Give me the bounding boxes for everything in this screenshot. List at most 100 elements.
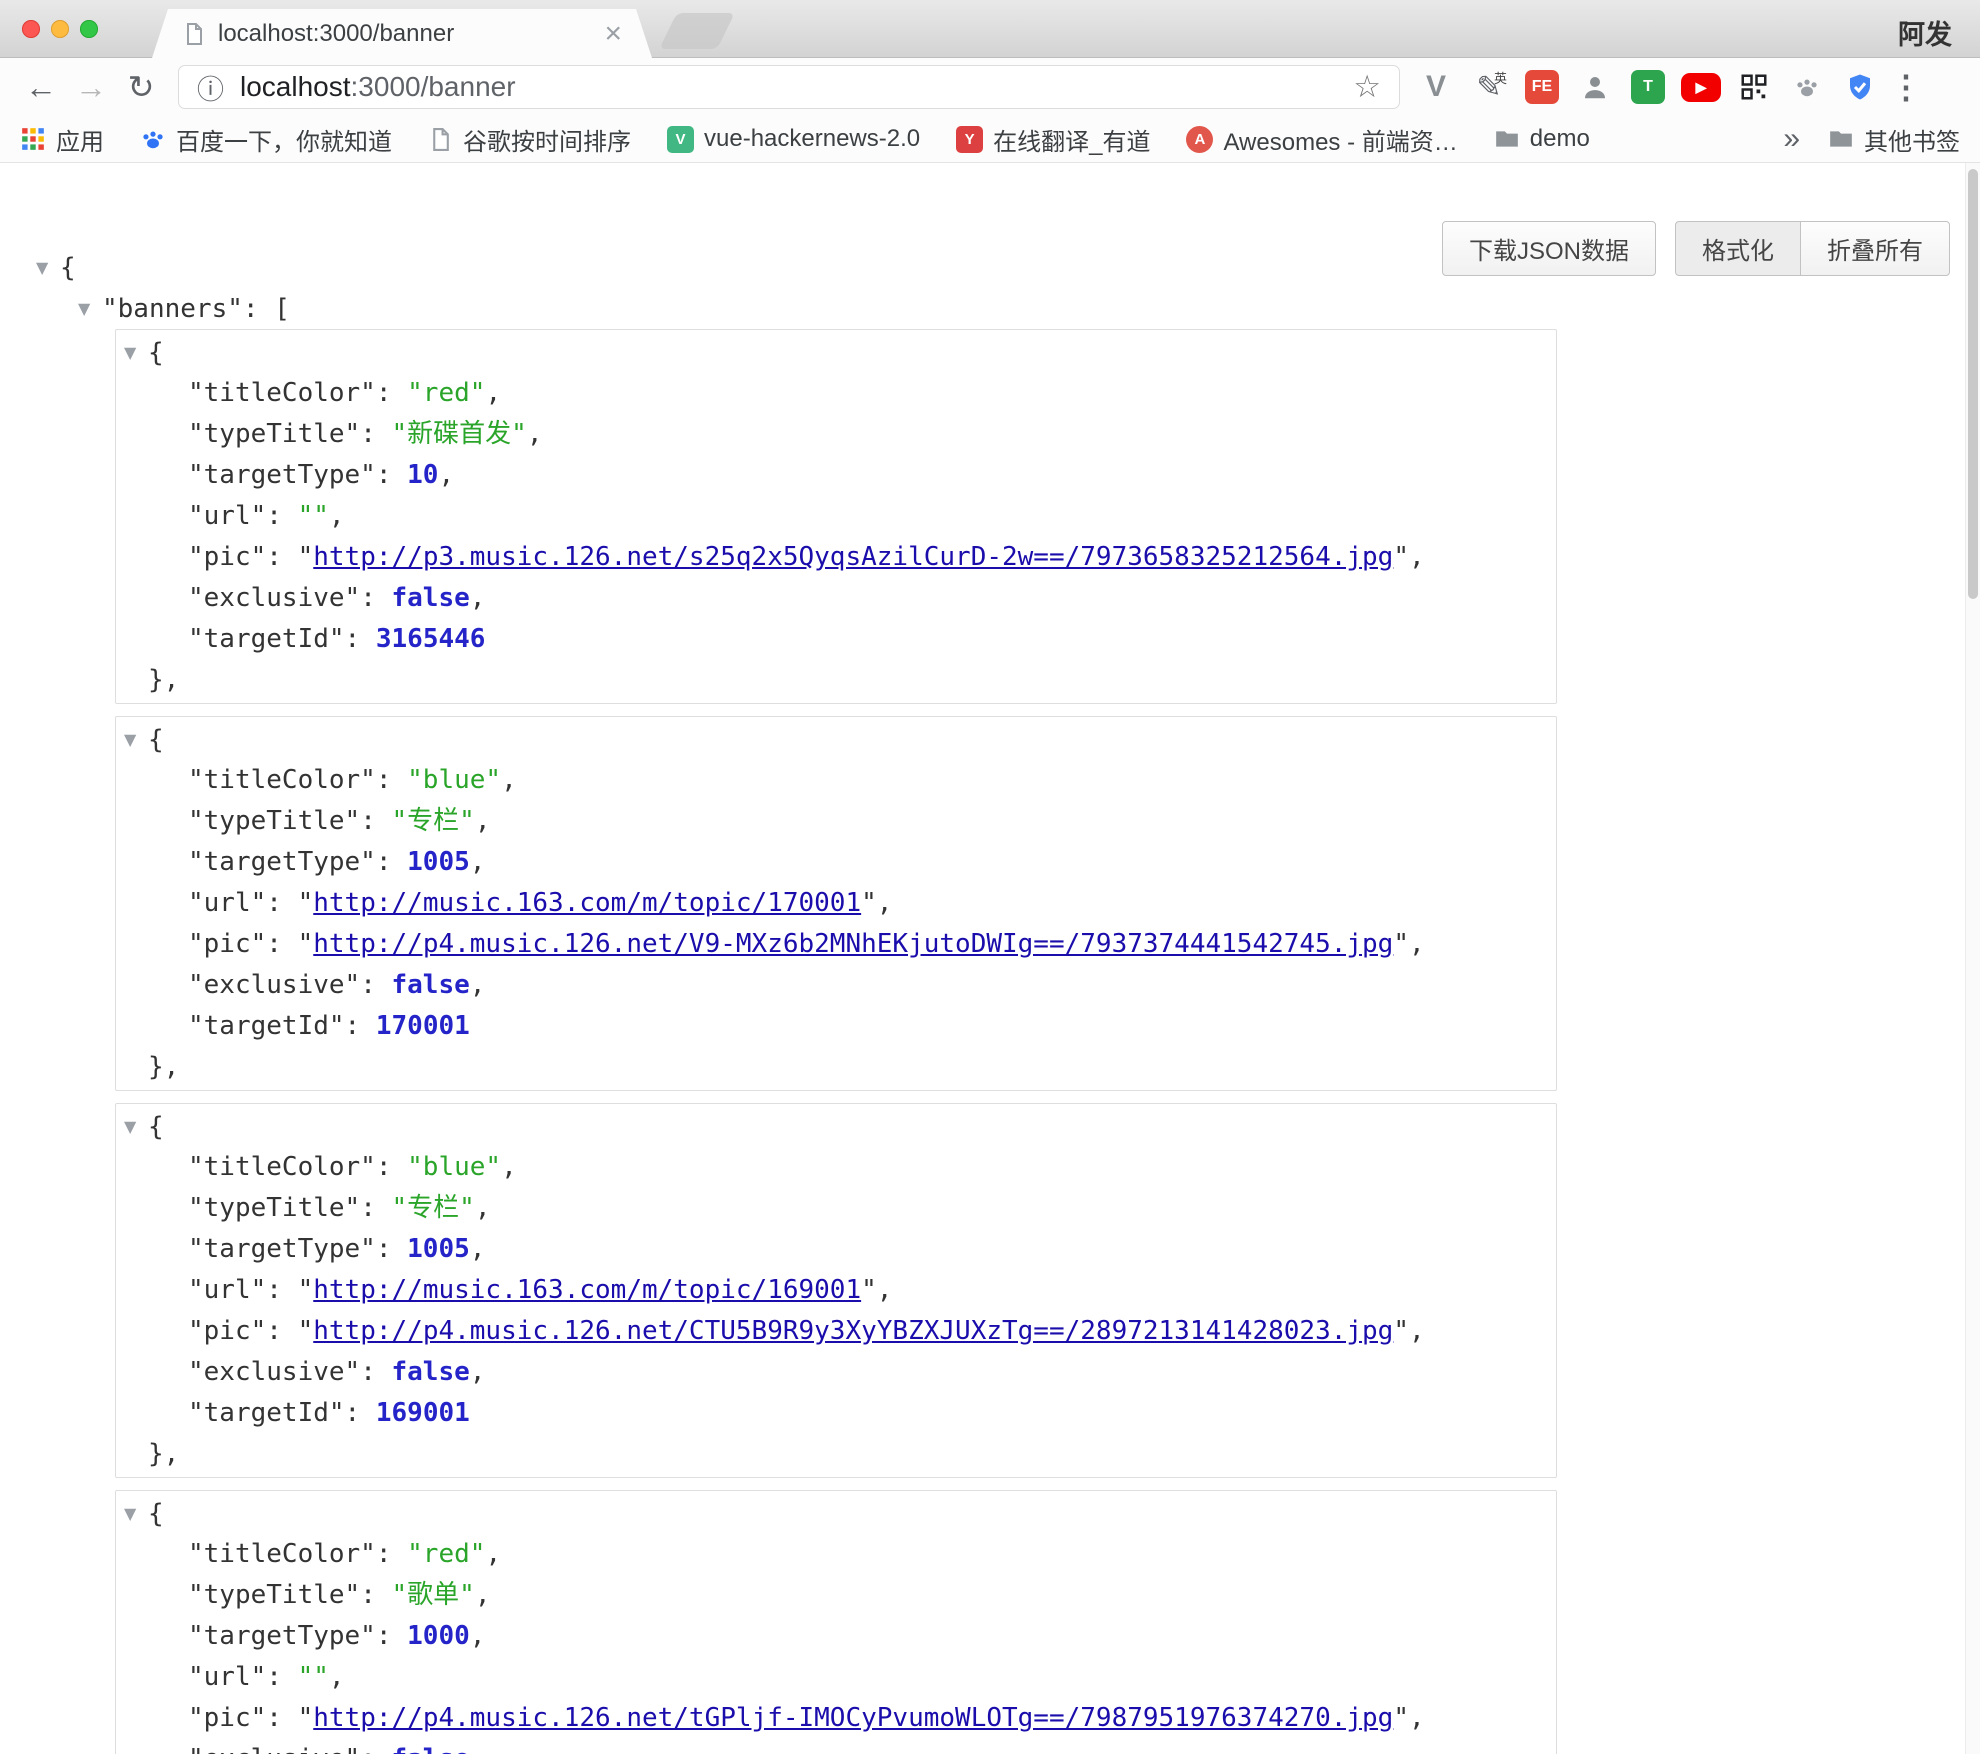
apps-grid-icon	[20, 126, 46, 152]
json-line: "pic": "http://p3.music.126.net/s25q2x5Q…	[116, 537, 1556, 578]
json-line: "exclusive": false,	[116, 1352, 1556, 1393]
bookmark-item[interactable]: 谷歌按时间排序	[428, 122, 631, 157]
json-line: "url": "",	[116, 1657, 1556, 1698]
json-url-link[interactable]: http://p3.music.126.net/s25q2x5QyqsAzilC…	[313, 542, 1393, 572]
bookmark-star-icon[interactable]: ☆	[1353, 69, 1381, 105]
bookmark-label: 百度一下，你就知道	[176, 122, 392, 157]
collapse-toggle-icon[interactable]: ▼	[78, 288, 102, 329]
address-bar[interactable]: ⓘ localhost :3000/banner ☆	[178, 65, 1400, 109]
fe-helper-icon[interactable]: FE	[1522, 67, 1562, 107]
bookmark-item[interactable]: Vvue-hackernews-2.0	[667, 125, 920, 153]
bookmark-label: 谷歌按时间排序	[463, 122, 631, 157]
json-line: "titleColor": "blue",	[116, 760, 1556, 801]
json-url-link[interactable]: http://p4.music.126.net/CTU5B9R9y3XyYBZX…	[313, 1316, 1393, 1346]
page-content: 下载JSON数据 格式化 折叠所有 ▼{▼"banners": [▼{"titl…	[0, 163, 1980, 1754]
bookmark-item[interactable]: 应用	[20, 122, 104, 157]
collapse-toggle-icon[interactable]: ▼	[36, 247, 60, 288]
json-line: "targetType": 1005,	[116, 1229, 1556, 1270]
t-badge-icon[interactable]: T	[1628, 67, 1668, 107]
json-object-1: ▼{"titleColor": "blue","typeTitle": "专栏"…	[115, 716, 1557, 1091]
json-line: "targetId": 170001	[116, 1006, 1556, 1047]
scrollbar-track[interactable]	[1965, 163, 1980, 1754]
bookmark-label: Awesomes - 前端资…	[1223, 122, 1457, 157]
json-line: "typeTitle": "新碟首发",	[116, 414, 1556, 455]
json-url-link[interactable]: http://p4.music.126.net/tGPljf-IMOCyPvum…	[313, 1703, 1393, 1733]
bookmark-item[interactable]: Y在线翻译_有道	[956, 122, 1150, 157]
browser-menu-icon[interactable]: ⋮	[1890, 68, 1922, 106]
json-line: "typeTitle": "专栏",	[116, 1188, 1556, 1229]
bookmark-label: 其他书签	[1864, 122, 1960, 157]
window-zoom-button[interactable]	[80, 20, 98, 38]
collapse-toggle-icon[interactable]: ▼	[124, 1106, 148, 1147]
json-line: "targetType": 10,	[116, 455, 1556, 496]
json-line: "exclusive": false	[116, 1739, 1556, 1754]
json-line: "titleColor": "blue",	[116, 1147, 1556, 1188]
traffic-lights	[22, 20, 98, 38]
page-info-icon[interactable]: ⓘ	[197, 68, 224, 107]
baidu-paw-icon	[140, 126, 166, 152]
json-line: ▼{	[116, 1493, 1556, 1534]
json-url-link[interactable]: http://music.163.com/m/topic/170001	[313, 888, 861, 918]
scrollbar-thumb[interactable]	[1968, 169, 1978, 599]
json-line: "targetId": 169001	[116, 1393, 1556, 1434]
json-line: ▼{	[116, 1106, 1556, 1147]
v-letter-icon[interactable]: V	[1416, 67, 1456, 107]
tab-title: localhost:3000/banner	[218, 20, 592, 48]
json-line: ▼"banners": [	[0, 288, 1960, 329]
browser-toolbar: ← → ↻ ⓘ localhost :3000/banner ☆ V ✎英 FE T ▶…	[0, 58, 1980, 116]
json-line: "typeTitle": "歌单",	[116, 1575, 1556, 1616]
bookmark-item[interactable]: A Awesomes - 前端资…	[1186, 122, 1457, 157]
json-line: },	[116, 1047, 1556, 1088]
bookmark-item[interactable]: 其他书签	[1828, 122, 1960, 157]
bookmark-label: vue-hackernews-2.0	[704, 125, 920, 153]
people-org-icon[interactable]	[1575, 67, 1615, 107]
qr-code-icon[interactable]	[1734, 67, 1774, 107]
other-bookmarks: 其他书签	[1828, 122, 1960, 157]
bookmark-item[interactable]: demo	[1494, 125, 1590, 153]
browser-tab[interactable]: localhost:3000/banner ×	[152, 9, 652, 58]
youdao-badge-icon: Y	[956, 126, 983, 153]
json-line: "titleColor": "red",	[116, 373, 1556, 414]
translate-pen-icon[interactable]: ✎英	[1469, 67, 1509, 107]
json-line: },	[116, 660, 1556, 701]
other-bookmarks-folder-icon	[1828, 126, 1854, 152]
profile-name[interactable]: 阿发	[1898, 13, 1952, 52]
bookmarks-overflow-chevron[interactable]: »	[1783, 122, 1800, 156]
json-url-link[interactable]: http://music.163.com/m/topic/169001	[313, 1275, 861, 1305]
back-button[interactable]: ←	[16, 69, 66, 106]
awesomes-badge-icon: A	[1186, 126, 1213, 153]
json-line: ▼{	[116, 719, 1556, 760]
forward-button[interactable]: →	[66, 69, 116, 106]
url-path: :3000/banner	[351, 71, 516, 103]
new-tab-button[interactable]	[659, 13, 735, 49]
json-line: "targetId": 3165446	[116, 619, 1556, 660]
reload-button[interactable]: ↻	[116, 68, 166, 106]
paw-icon[interactable]	[1787, 67, 1827, 107]
vue-badge-icon: V	[667, 126, 694, 153]
json-line: "pic": "http://p4.music.126.net/CTU5B9R9…	[116, 1311, 1556, 1352]
url-host: localhost	[240, 71, 351, 103]
bookmark-label: 应用	[56, 122, 104, 157]
tab-close-icon[interactable]: ×	[604, 19, 622, 49]
json-tree: ▼{▼"banners": [▼{"titleColor": "red","ty…	[0, 247, 1960, 1754]
window-minimize-button[interactable]	[51, 20, 69, 38]
bookmark-label: demo	[1530, 125, 1590, 153]
json-line: "url": "",	[116, 496, 1556, 537]
json-line: "exclusive": false,	[116, 965, 1556, 1006]
json-line: "pic": "http://p4.music.126.net/tGPljf-I…	[116, 1698, 1556, 1739]
json-url-link[interactable]: http://p4.music.126.net/V9-MXz6b2MNhEKju…	[313, 929, 1393, 959]
json-line: "url": "http://music.163.com/m/topic/170…	[116, 883, 1556, 924]
bookmarks-list: 应用 百度一下，你就知道 谷歌按时间排序 Vvue-hackernews-2.0 Y在线…	[20, 122, 1590, 157]
video-play-icon[interactable]: ▶	[1681, 67, 1721, 107]
shield-check-icon[interactable]	[1840, 67, 1880, 107]
collapse-toggle-icon[interactable]: ▼	[124, 1493, 148, 1534]
json-object-2: ▼{"titleColor": "blue","typeTitle": "专栏"…	[115, 1103, 1557, 1478]
collapse-toggle-icon[interactable]: ▼	[124, 332, 148, 373]
bookmark-item[interactable]: 百度一下，你就知道	[140, 122, 392, 157]
window-close-button[interactable]	[22, 20, 40, 38]
bookmarks-bar: 应用 百度一下，你就知道 谷歌按时间排序 Vvue-hackernews-2.0 Y在线…	[0, 116, 1980, 163]
collapse-toggle-icon[interactable]: ▼	[124, 719, 148, 760]
page-favicon-icon	[182, 22, 206, 46]
json-object-3: ▼{"titleColor": "red","typeTitle": "歌单",…	[115, 1490, 1557, 1754]
json-line: "targetType": 1005,	[116, 842, 1556, 883]
